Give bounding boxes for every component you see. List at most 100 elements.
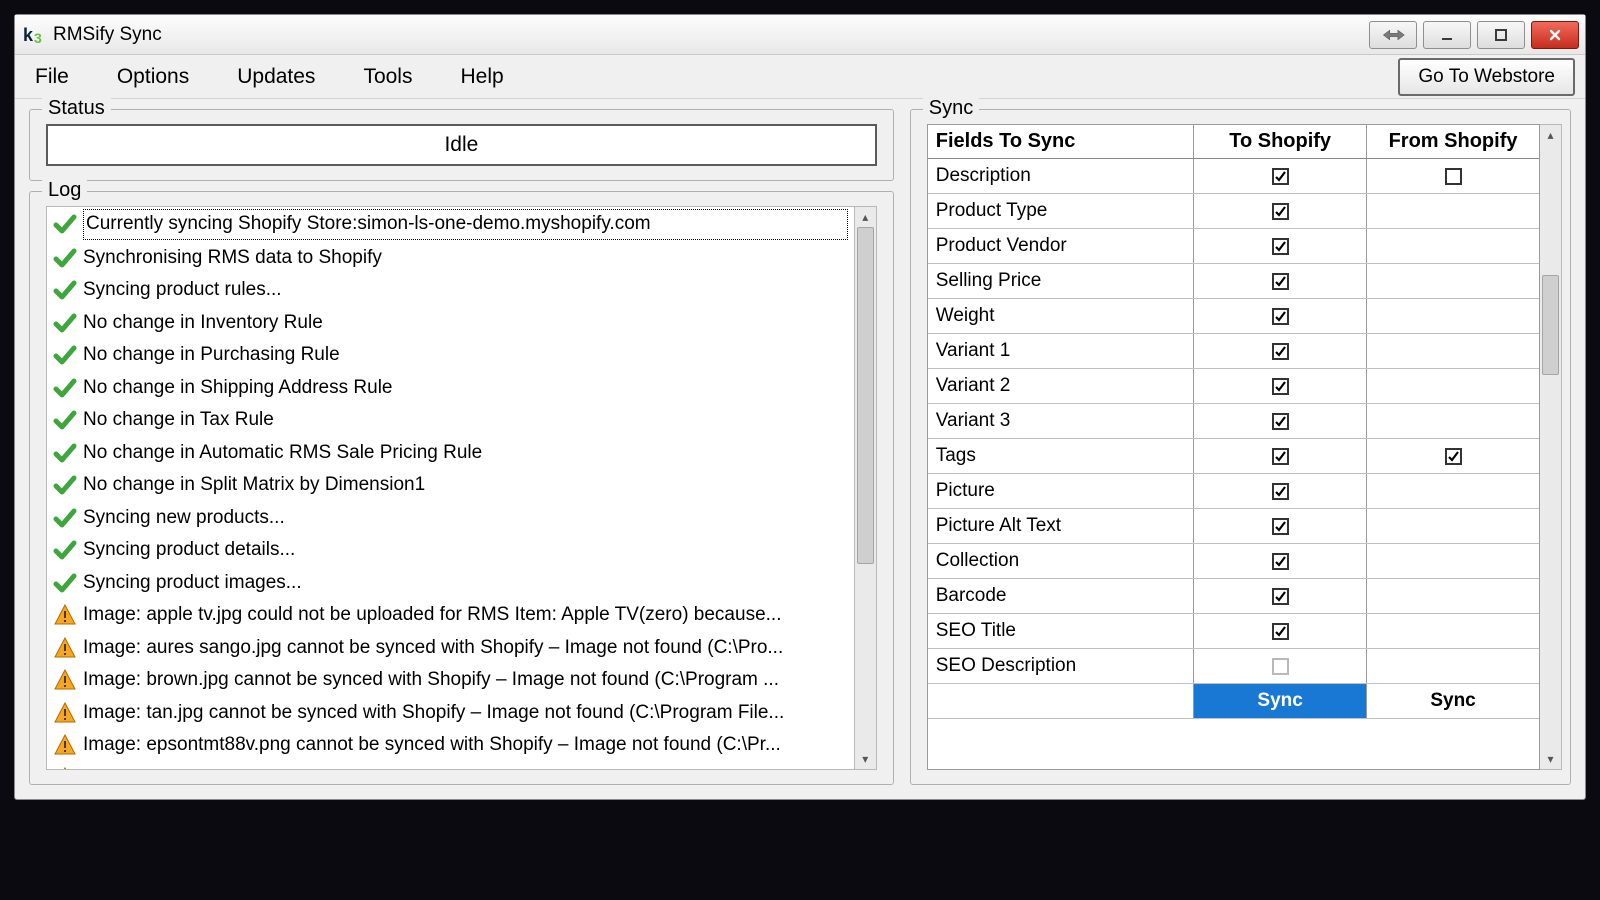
sync-row: Barcode	[928, 579, 1539, 614]
log-text: No change in Split Matrix by Dimension1	[83, 471, 425, 500]
check-icon	[53, 571, 77, 595]
log-row[interactable]: Image: price-list-tm-t88v-i-hub.png.png …	[47, 762, 854, 771]
sync-row: Weight	[928, 299, 1539, 334]
log-text: Syncing product images...	[83, 569, 302, 598]
checkbox[interactable]	[1272, 448, 1289, 465]
sync-to-cell	[1194, 194, 1367, 228]
checkbox[interactable]	[1272, 308, 1289, 325]
menu-updates[interactable]: Updates	[227, 61, 325, 93]
log-text: Image: price-list-tm-t88v-i-hub.png.png …	[83, 764, 787, 771]
log-row[interactable]: No change in Split Matrix by Dimension1	[47, 469, 854, 502]
check-icon	[53, 376, 77, 400]
log-text: No change in Tax Rule	[83, 406, 274, 435]
scroll-thumb[interactable]	[1542, 275, 1559, 375]
checkbox[interactable]	[1272, 483, 1289, 500]
sync-to-cell	[1194, 649, 1367, 683]
sync-row: Collection	[928, 544, 1539, 579]
log-row[interactable]: Synchronising RMS data to Shopify	[47, 242, 854, 275]
log-text: No change in Inventory Rule	[83, 309, 323, 338]
sync-from-cell	[1367, 649, 1539, 683]
checkbox[interactable]	[1272, 343, 1289, 360]
sync-from-cell	[1367, 544, 1539, 578]
status-legend: Status	[42, 97, 111, 120]
menu-help[interactable]: Help	[450, 61, 513, 93]
scroll-up-icon[interactable]: ▴	[1540, 125, 1561, 145]
sync-from-cell	[1367, 579, 1539, 613]
menu-tools[interactable]: Tools	[353, 61, 422, 93]
menu-file[interactable]: File	[25, 61, 79, 93]
checkbox[interactable]	[1272, 413, 1289, 430]
sync-to-cell	[1194, 299, 1367, 333]
checkbox[interactable]	[1272, 658, 1289, 675]
checkbox[interactable]	[1272, 553, 1289, 570]
checkbox[interactable]	[1272, 168, 1289, 185]
sync-row: Variant 1	[928, 334, 1539, 369]
log-row[interactable]: Image: brown.jpg cannot be synced with S…	[47, 664, 854, 697]
scroll-thumb[interactable]	[857, 227, 874, 564]
maximize-button[interactable]	[1477, 21, 1525, 49]
minimize-button[interactable]	[1423, 21, 1471, 49]
checkbox[interactable]	[1272, 273, 1289, 290]
sync-field-name: Weight	[928, 299, 1194, 333]
checkbox[interactable]	[1272, 203, 1289, 220]
sync-to-cell	[1194, 544, 1367, 578]
sync-field-name: Description	[928, 159, 1194, 193]
sync-arrows-icon[interactable]	[1369, 21, 1417, 49]
sync-from-cell	[1367, 299, 1539, 333]
sync-field-name: Variant 1	[928, 334, 1194, 368]
sync-from-cell	[1367, 334, 1539, 368]
check-icon	[53, 506, 77, 530]
log-row[interactable]: No change in Automatic RMS Sale Pricing …	[47, 437, 854, 470]
log-row[interactable]: Syncing new products...	[47, 502, 854, 535]
checkbox[interactable]	[1272, 238, 1289, 255]
checkbox[interactable]	[1272, 588, 1289, 605]
log-row[interactable]: No change in Inventory Rule	[47, 307, 854, 340]
checkbox[interactable]	[1272, 623, 1289, 640]
sync-from-cell	[1367, 404, 1539, 438]
log-legend: Log	[42, 179, 87, 202]
log-scrollbar[interactable]: ▴ ▾	[855, 206, 877, 770]
sync-scrollbar[interactable]: ▴ ▾	[1540, 124, 1562, 770]
sync-from-cell	[1367, 369, 1539, 403]
sync-from-button[interactable]: Sync	[1367, 684, 1539, 718]
sync-table: Fields To Sync To Shopify From Shopify D…	[927, 124, 1540, 770]
log-list[interactable]: Currently syncing Shopify Store:simon-ls…	[46, 206, 855, 770]
log-group: Log Currently syncing Shopify Store:simo…	[29, 191, 894, 785]
scroll-down-icon[interactable]: ▾	[1540, 749, 1561, 769]
close-button[interactable]	[1531, 21, 1579, 49]
scroll-up-icon[interactable]: ▴	[855, 207, 876, 227]
log-row[interactable]: Image: tan.jpg cannot be synced with Sho…	[47, 697, 854, 730]
scroll-down-icon[interactable]: ▾	[855, 749, 876, 769]
sync-field-name: Tags	[928, 439, 1194, 473]
warning-icon	[53, 733, 77, 757]
log-row[interactable]: No change in Shipping Address Rule	[47, 372, 854, 405]
log-row[interactable]: Image: epsontmt88v.png cannot be synced …	[47, 729, 854, 762]
sync-field-name: Product Vendor	[928, 229, 1194, 263]
sync-row: SEO Description	[928, 649, 1539, 684]
log-row[interactable]: Currently syncing Shopify Store:simon-ls…	[47, 207, 854, 242]
log-row[interactable]: No change in Purchasing Rule	[47, 339, 854, 372]
check-icon	[53, 311, 77, 335]
sync-to-button[interactable]: Sync	[1194, 684, 1367, 718]
sync-field-name: Selling Price	[928, 264, 1194, 298]
sync-footer-row: SyncSync	[928, 684, 1539, 719]
log-row[interactable]: Syncing product details...	[47, 534, 854, 567]
sync-to-cell	[1194, 159, 1367, 193]
log-row[interactable]: Syncing product rules...	[47, 274, 854, 307]
sync-field-name: SEO Title	[928, 614, 1194, 648]
log-row[interactable]: Image: aures sango.jpg cannot be synced …	[47, 632, 854, 665]
check-icon	[53, 343, 77, 367]
checkbox[interactable]	[1272, 518, 1289, 535]
check-icon	[53, 246, 77, 270]
sync-to-cell	[1194, 474, 1367, 508]
checkbox[interactable]	[1272, 378, 1289, 395]
log-row[interactable]: Syncing product images...	[47, 567, 854, 600]
go-to-webstore-button[interactable]: Go To Webstore	[1398, 58, 1575, 96]
log-row[interactable]: Image: apple tv.jpg could not be uploade…	[47, 599, 854, 632]
title-bar: k3 RMSify Sync	[15, 15, 1585, 55]
checkbox[interactable]	[1445, 448, 1462, 465]
log-row[interactable]: No change in Tax Rule	[47, 404, 854, 437]
menu-options[interactable]: Options	[107, 61, 199, 93]
checkbox[interactable]	[1445, 168, 1462, 185]
content-area: Status Idle Log Currently syncing Shopif…	[15, 99, 1585, 799]
